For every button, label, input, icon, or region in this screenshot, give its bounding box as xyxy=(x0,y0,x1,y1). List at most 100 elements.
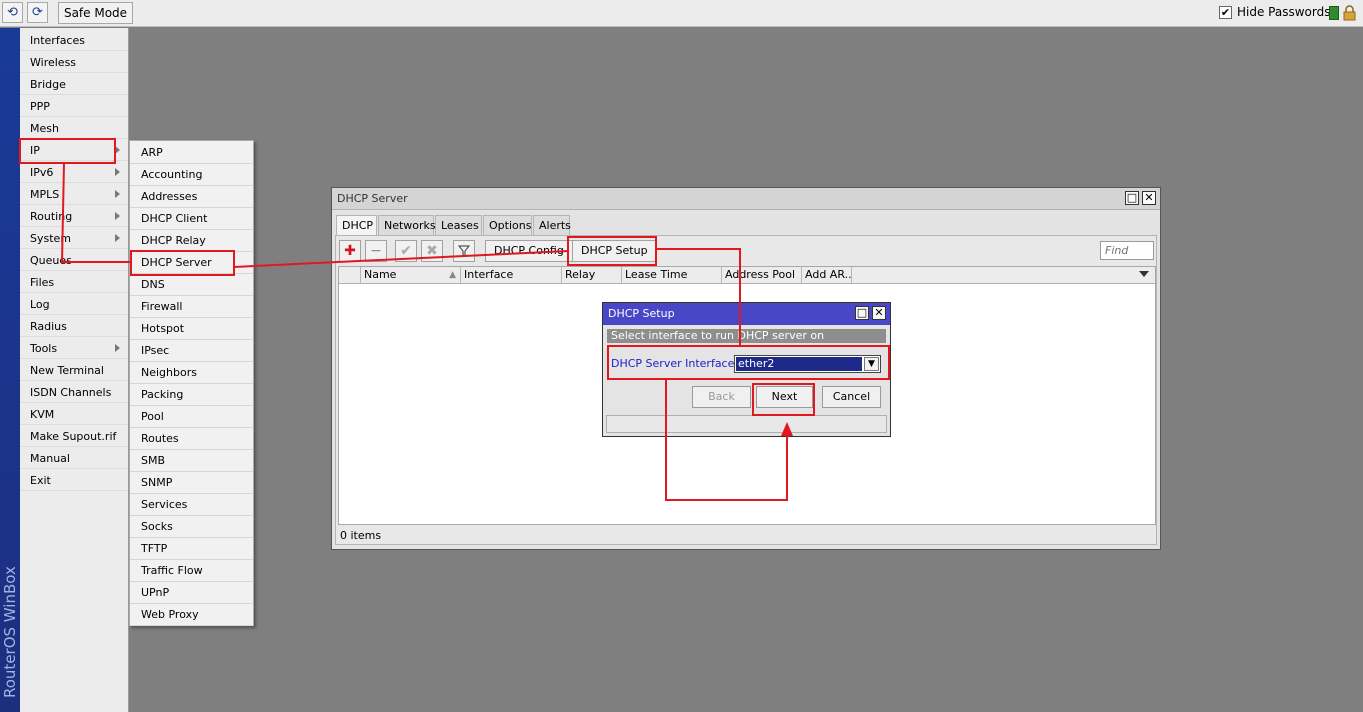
side-menu-item-label: Radius xyxy=(30,320,67,333)
ip-submenu-item[interactable]: ARP xyxy=(130,142,253,164)
interface-select[interactable]: ether2 ▼ xyxy=(734,355,881,373)
dhcp-config-button[interactable]: DHCP Config xyxy=(485,240,573,262)
ip-submenu-item[interactable]: Addresses xyxy=(130,186,253,208)
side-menu-item[interactable]: Interfaces xyxy=(20,30,128,51)
submenu-arrow-icon xyxy=(115,190,120,198)
side-menu-item[interactable]: Bridge xyxy=(20,74,128,95)
lock-icon xyxy=(1343,5,1356,21)
side-menu-item-label: Exit xyxy=(30,474,51,487)
side-menu-item[interactable]: Files xyxy=(20,272,128,293)
ip-submenu-item[interactable]: IPsec xyxy=(130,340,253,362)
ip-submenu-item[interactable]: TFTP xyxy=(130,538,253,560)
next-button[interactable]: Next xyxy=(756,386,813,408)
column-header-name[interactable]: Name ▲ xyxy=(361,267,461,284)
safe-mode-button[interactable]: Safe Mode xyxy=(58,2,133,24)
undo-icon[interactable]: ⟲ xyxy=(2,2,23,23)
redo-icon[interactable]: ⟳ xyxy=(27,2,48,23)
column-header-address-pool[interactable]: Address Pool xyxy=(722,267,802,284)
tab-options[interactable]: Options xyxy=(483,215,532,235)
column-header-relay[interactable]: Relay xyxy=(562,267,622,284)
side-menu-item[interactable]: Mesh xyxy=(20,118,128,139)
enable-icon[interactable]: ✔ xyxy=(395,240,417,262)
dialog-close-button[interactable]: ✕ xyxy=(872,306,886,320)
side-menu-item[interactable]: Wireless xyxy=(20,52,128,73)
dropdown-arrow-icon[interactable]: ▼ xyxy=(864,357,879,371)
ip-submenu-item[interactable]: DNS xyxy=(130,274,253,296)
ip-submenu-item[interactable]: DHCP Server xyxy=(130,252,253,274)
side-menu-item[interactable]: Manual xyxy=(20,448,128,469)
dialog-title: DHCP Setup xyxy=(608,307,675,320)
side-menu-item[interactable]: PPP xyxy=(20,96,128,117)
brand-label: RouterOS WinBox xyxy=(1,566,19,698)
ip-submenu-item[interactable]: Services xyxy=(130,494,253,516)
interface-value[interactable]: ether2 xyxy=(736,357,862,371)
side-menu-item-label: Make Supout.rif xyxy=(30,430,117,443)
ip-submenu-item[interactable]: Routes xyxy=(130,428,253,450)
tab-networks[interactable]: Networks xyxy=(378,215,436,235)
items-count: 0 items xyxy=(340,529,382,542)
hide-passwords-toggle[interactable]: ✔ Hide Passwords xyxy=(1219,5,1330,19)
hide-passwords-checkbox[interactable]: ✔ xyxy=(1219,5,1232,19)
column-menu-icon[interactable] xyxy=(1139,271,1149,277)
ip-submenu-item[interactable]: Packing xyxy=(130,384,253,406)
side-menu-item[interactable]: System xyxy=(20,228,128,249)
side-menu-item[interactable]: ISDN Channels xyxy=(20,382,128,403)
ip-submenu-item[interactable]: Firewall xyxy=(130,296,253,318)
back-button[interactable]: Back xyxy=(692,386,751,408)
dialog-titlebar[interactable]: DHCP Setup □ ✕ xyxy=(603,303,890,325)
add-icon[interactable]: ✚ xyxy=(339,240,361,262)
ip-submenu-item[interactable]: UPnP xyxy=(130,582,253,604)
dhcp-setup-button[interactable]: DHCP Setup xyxy=(572,240,657,262)
ip-submenu-item[interactable]: DHCP Relay xyxy=(130,230,253,252)
find-input[interactable] xyxy=(1100,241,1154,260)
column-header-add-arp[interactable]: Add AR... xyxy=(802,267,852,284)
side-menu-item[interactable]: Tools xyxy=(20,338,128,359)
ip-submenu-item[interactable]: SNMP xyxy=(130,472,253,494)
ip-submenu-item[interactable]: Traffic Flow xyxy=(130,560,253,582)
ip-submenu-item[interactable]: Pool xyxy=(130,406,253,428)
side-menu-item[interactable]: New Terminal xyxy=(20,360,128,381)
column-header-lease-time[interactable]: Lease Time xyxy=(622,267,722,284)
submenu-arrow-icon xyxy=(115,146,120,154)
maximize-button[interactable]: □ xyxy=(1125,191,1139,205)
side-menu-item[interactable]: Queues xyxy=(20,250,128,271)
disable-icon[interactable]: ✖ xyxy=(421,240,443,262)
side-menu-item-label: Interfaces xyxy=(30,34,85,47)
side-menu-item-label: ISDN Channels xyxy=(30,386,112,399)
side-menu-item[interactable]: IP xyxy=(20,140,128,161)
close-button[interactable]: ✕ xyxy=(1142,191,1156,205)
ip-submenu-item[interactable]: Accounting xyxy=(130,164,253,186)
ip-submenu-item[interactable]: Hotspot xyxy=(130,318,253,340)
side-menu-item-label: New Terminal xyxy=(30,364,104,377)
submenu-arrow-icon xyxy=(115,212,120,220)
cancel-button[interactable]: Cancel xyxy=(822,386,881,408)
setup-instruction: Select interface to run DHCP server on xyxy=(607,329,886,343)
side-menu-item[interactable]: Log xyxy=(20,294,128,315)
column-header-interface[interactable]: Interface xyxy=(461,267,562,284)
ip-submenu-item[interactable]: Socks xyxy=(130,516,253,538)
side-menu-item-label: Bridge xyxy=(30,78,66,91)
side-menu-item[interactable]: Exit xyxy=(20,470,128,491)
tab-leases[interactable]: Leases xyxy=(435,215,482,235)
side-menu-item[interactable]: Make Supout.rif xyxy=(20,426,128,447)
side-menu-item-label: Queues xyxy=(30,254,72,267)
side-menu: Interfaces Wireless Bridge PPP Mesh IP IPv6 MPL… xyxy=(20,28,129,712)
ip-submenu-item[interactable]: DHCP Client xyxy=(130,208,253,230)
side-menu-item[interactable]: KVM xyxy=(20,404,128,425)
side-menu-item[interactable]: Radius xyxy=(20,316,128,337)
hide-passwords-label: Hide Passwords xyxy=(1237,5,1331,19)
side-menu-item[interactable]: IPv6 xyxy=(20,162,128,183)
side-menu-item[interactable]: Routing xyxy=(20,206,128,227)
remove-icon[interactable]: − xyxy=(365,240,387,262)
window-titlebar[interactable]: DHCP Server □ ✕ xyxy=(332,188,1160,210)
ip-submenu-item[interactable]: Web Proxy xyxy=(130,604,253,626)
side-menu-item-label: Mesh xyxy=(30,122,59,135)
side-menu-item-label: Routing xyxy=(30,210,73,223)
side-menu-item[interactable]: MPLS xyxy=(20,184,128,205)
ip-submenu-item[interactable]: SMB xyxy=(130,450,253,472)
tab-alerts[interactable]: Alerts xyxy=(533,215,571,235)
dialog-maximize-button[interactable]: □ xyxy=(855,306,869,320)
filter-icon[interactable] xyxy=(453,240,475,262)
tab-dhcp[interactable]: DHCP xyxy=(336,215,377,235)
ip-submenu-item[interactable]: Neighbors xyxy=(130,362,253,384)
